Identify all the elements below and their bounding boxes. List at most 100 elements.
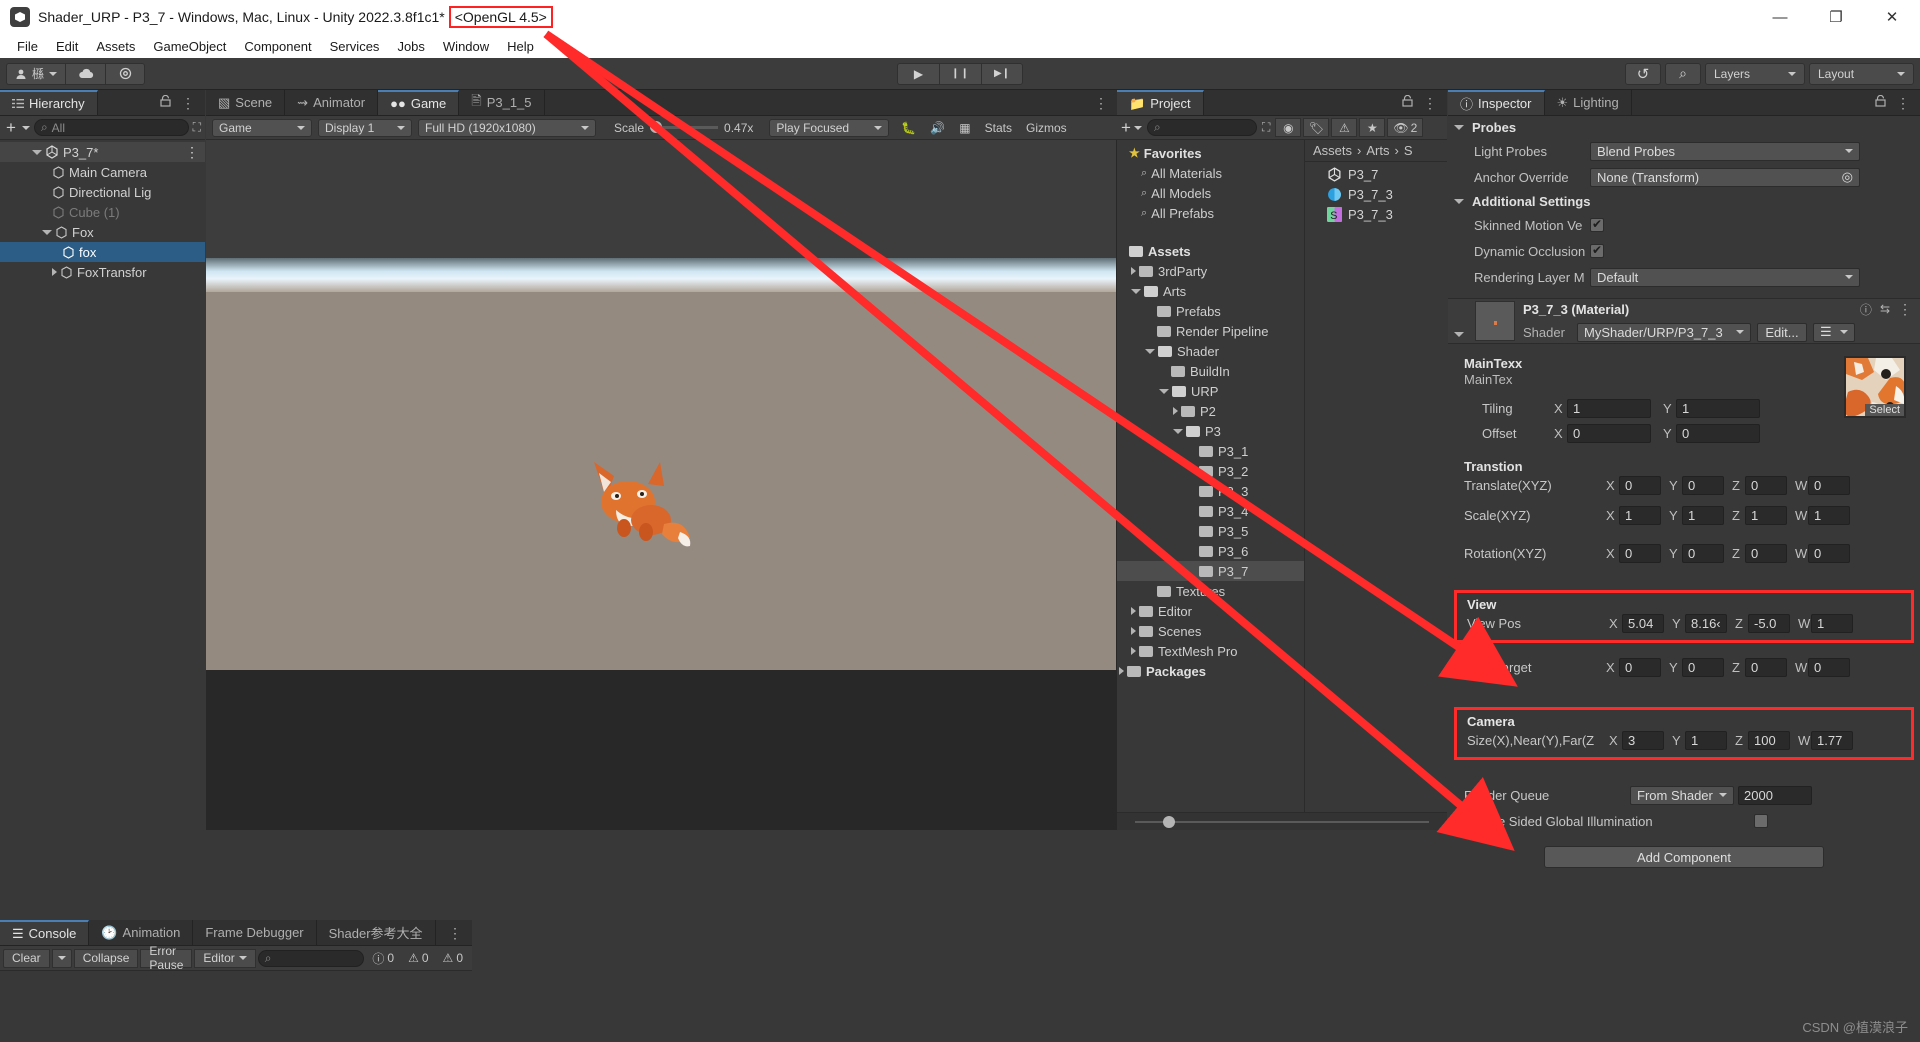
game-render-area[interactable] <box>206 140 1118 830</box>
project-tree-editor[interactable]: Editor <box>1117 601 1304 621</box>
project-search-input[interactable]: ⌕ <box>1146 119 1257 136</box>
rotation-z-input[interactable]: 0 <box>1745 543 1787 563</box>
help-icon[interactable]: ⓘ <box>1860 301 1872 318</box>
anchor-override-field[interactable]: None (Transform) ◎ <box>1590 167 1860 187</box>
account-button[interactable]: 槂 <box>6 62 66 85</box>
view-target-x-input[interactable]: 0 <box>1619 657 1661 677</box>
render-queue-dropdown[interactable]: From Shader <box>1630 785 1734 805</box>
asset-item-scene[interactable]: P3_7 <box>1305 164 1447 184</box>
project-tree-p3-6[interactable]: P3_6 <box>1117 541 1304 561</box>
camera-far-input[interactable]: 100 <box>1748 730 1790 750</box>
kebab-menu-icon[interactable]: ⋮ <box>448 926 462 940</box>
kebab-menu-icon[interactable]: ⋮ <box>1898 302 1912 316</box>
translate-z-input[interactable]: 0 <box>1745 475 1787 495</box>
chevron-right-icon[interactable] <box>1131 607 1136 615</box>
project-zoom-slider[interactable] <box>1117 812 1447 830</box>
hierarchy-item-directional-light[interactable]: Directional Lig <box>0 182 205 202</box>
camera-size-input[interactable]: 3 <box>1622 730 1664 750</box>
zoom-slider-knob[interactable] <box>1163 815 1175 828</box>
chevron-down-icon[interactable] <box>32 149 42 155</box>
view-target-y-input[interactable]: 0 <box>1682 657 1724 677</box>
lock-icon[interactable] <box>160 94 171 110</box>
project-tree-shader[interactable]: Shader <box>1117 341 1304 361</box>
kebab-menu-icon[interactable]: ⋮ <box>185 145 205 159</box>
probes-section-header[interactable]: Probes <box>1448 116 1920 138</box>
services-settings-button[interactable] <box>105 62 146 85</box>
project-tree-urp[interactable]: URP <box>1117 381 1304 401</box>
project-tree-p3-4[interactable]: P3_4 <box>1117 501 1304 521</box>
project-tree-p3[interactable]: P3 <box>1117 421 1304 441</box>
project-tree-p3-1[interactable]: P3_1 <box>1117 441 1304 461</box>
tab-hierarchy[interactable]: Hierarchy <box>0 90 98 115</box>
rotation-w-input[interactable]: 0 <box>1808 543 1850 563</box>
view-pos-x-input[interactable]: 5.04 <box>1622 613 1664 633</box>
error-count[interactable]: ⚠ 0 <box>437 951 469 965</box>
double-sided-gi-checkbox[interactable] <box>1754 814 1768 828</box>
shader-dropdown[interactable]: MyShader/URP/P3_7_3 <box>1577 322 1751 342</box>
resolution-dropdown[interactable]: Full HD (1920x1080) <box>418 118 596 137</box>
hidden-assets-icon[interactable]: 👁 2 <box>1387 118 1424 137</box>
render-queue-value-input[interactable]: 2000 <box>1738 785 1812 805</box>
log-count[interactable]: ⓘ 0 <box>366 950 400 967</box>
project-tree-scenes[interactable]: Scenes <box>1117 621 1304 641</box>
asset-item-shader[interactable]: S P3_7_3 <box>1305 204 1447 224</box>
tab-scene[interactable]: ▧ Scene <box>206 90 286 115</box>
project-tree-all-prefabs[interactable]: ⌕ All Prefabs <box>1117 203 1304 223</box>
project-tree-p3-2[interactable]: P3_2 <box>1117 461 1304 481</box>
breadcrumb-assets[interactable]: Assets <box>1313 143 1352 158</box>
object-picker-icon[interactable]: ◎ <box>1842 169 1853 185</box>
project-tree-assets[interactable]: Assets <box>1117 241 1304 261</box>
project-tree-arts[interactable]: Arts <box>1117 281 1304 301</box>
preset-icon[interactable]: ⇆ <box>1880 302 1890 316</box>
collapse-toggle[interactable]: Collapse <box>73 948 139 968</box>
chevron-down-icon[interactable] <box>1133 125 1142 130</box>
scale-w-input[interactable]: 1 <box>1808 505 1850 525</box>
gizmos-dropdown[interactable]: Gizmos <box>1026 121 1067 135</box>
tab-lighting[interactable]: ☀ Lighting <box>1544 90 1632 115</box>
chevron-down-icon[interactable] <box>1159 388 1169 394</box>
debug-icon[interactable]: 🐛 <box>901 121 916 135</box>
chevron-right-icon[interactable] <box>1119 667 1124 675</box>
console-search-input[interactable]: ⌕ <box>257 949 365 967</box>
search-button[interactable]: ⌕ <box>1665 62 1701 85</box>
light-probes-dropdown[interactable]: Blend Probes <box>1590 141 1860 161</box>
label-icon[interactable]: 🏷 <box>1303 118 1330 137</box>
play-button[interactable]: ▶ <box>897 62 939 85</box>
chevron-right-icon[interactable] <box>1173 407 1178 415</box>
error-pause-toggle[interactable]: Error Pause <box>140 946 193 972</box>
display-dropdown[interactable]: Display 1 <box>318 118 412 137</box>
menu-item-jobs[interactable]: Jobs <box>388 37 433 56</box>
chevron-right-icon[interactable] <box>1131 627 1136 635</box>
hierarchy-item-fox-transform[interactable]: FoxTransfor <box>0 262 205 282</box>
dynamic-occlusion-checkbox[interactable] <box>1590 243 1604 258</box>
undo-history-button[interactable]: ↺ <box>1625 62 1661 85</box>
chevron-down-icon[interactable] <box>21 125 30 130</box>
menu-item-gameobject[interactable]: GameObject <box>144 37 235 56</box>
chevron-right-icon[interactable] <box>1131 647 1136 655</box>
menu-item-edit[interactable]: Edit <box>47 37 87 56</box>
menu-item-services[interactable]: Services <box>321 37 389 56</box>
view-target-z-input[interactable]: 0 <box>1745 657 1787 677</box>
create-asset-button[interactable]: + <box>1120 118 1132 138</box>
kebab-menu-icon[interactable]: ⋮ <box>1094 96 1108 110</box>
zoom-slider-track[interactable] <box>1135 815 1429 828</box>
scale-slider-knob[interactable] <box>650 121 663 133</box>
breadcrumb-shader[interactable]: S <box>1404 143 1413 158</box>
clear-button[interactable]: Clear <box>3 948 50 968</box>
breadcrumb-arts[interactable]: Arts <box>1366 143 1389 158</box>
scale-x-input[interactable]: 1 <box>1619 505 1661 525</box>
scale-slider[interactable] <box>650 121 719 133</box>
chevron-down-icon[interactable] <box>1145 348 1155 354</box>
asset-item-material[interactable]: P3_7_3 <box>1305 184 1447 204</box>
close-button[interactable]: ✕ <box>1864 0 1920 34</box>
project-tree-3rdparty[interactable]: 3rdParty <box>1117 261 1304 281</box>
lock-icon[interactable] <box>1875 94 1886 110</box>
kebab-menu-icon[interactable]: ⋮ <box>181 96 195 110</box>
translate-x-input[interactable]: 0 <box>1619 475 1661 495</box>
step-button[interactable]: ▶❙ <box>981 62 1023 85</box>
tab-inspector[interactable]: ⓘ Inspector <box>1448 90 1545 115</box>
project-tree-all-models[interactable]: ⌕ All Models <box>1117 183 1304 203</box>
kebab-menu-icon[interactable]: ⋮ <box>1896 96 1910 110</box>
add-component-button[interactable]: Add Component <box>1544 846 1824 868</box>
display-mode-dropdown[interactable]: Game <box>212 118 312 137</box>
